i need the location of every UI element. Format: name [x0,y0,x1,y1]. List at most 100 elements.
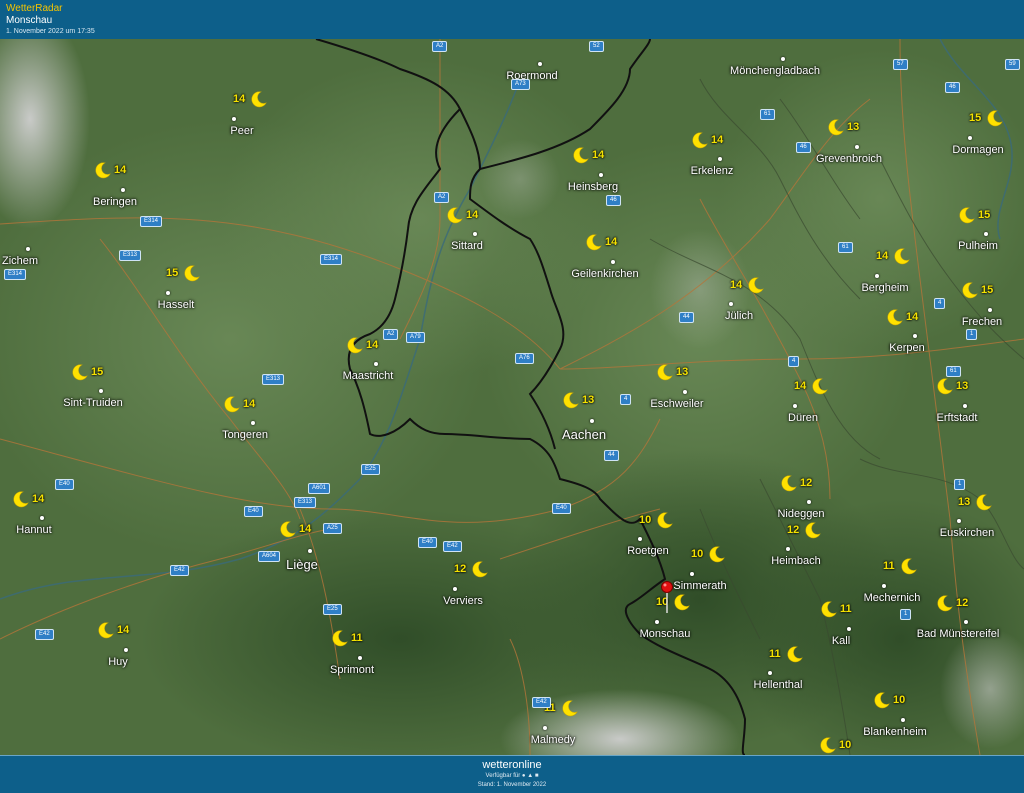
city-dot [251,421,255,425]
city-label[interactable]: Blankenheim [863,726,927,738]
city-label[interactable]: Hellenthal [754,679,803,691]
temperature-value: 10 [639,514,652,526]
temperature-value: 11 [883,560,895,572]
city-label[interactable]: Huy [108,656,128,668]
temperature-value: 14 [117,624,130,636]
temperature-value: 11 [351,632,363,644]
city-label[interactable]: Bergheim [861,282,908,294]
city-label[interactable]: Sittard [451,240,483,252]
city-label[interactable]: Roetgen [627,545,669,557]
road-badge: A601 [308,483,331,494]
road-badge: 44 [679,312,694,323]
city-dot [786,547,790,551]
temperature-value: 15 [978,209,991,221]
location-title[interactable]: Monschau [6,15,52,26]
moon-icon [446,207,463,224]
city-label[interactable]: Nideggen [777,508,824,520]
road-badge: 61 [760,109,775,120]
city-dot [875,274,879,278]
city-dot [957,519,961,523]
city-label[interactable]: Grevenbroich [816,153,882,165]
city-label[interactable]: Aachen [562,427,606,442]
city-label[interactable]: Frechen [962,316,1002,328]
city-label[interactable]: Sprimont [330,664,374,676]
moon-icon [820,601,837,618]
city-label[interactable]: Pulheim [958,240,998,252]
road-badge: 44 [604,450,619,461]
temperature-value: 14 [906,311,919,323]
temperature-value: 14 [730,279,743,291]
moon-icon [250,91,267,108]
temperature-value: 10 [839,739,852,751]
city-label[interactable]: Malmedy [531,734,576,746]
road-badge: 59 [1005,59,1020,70]
road-badge: 1 [966,329,978,340]
moon-icon [12,491,29,508]
windows-icon[interactable]: ■ [535,773,539,779]
temperature-value: 13 [956,380,969,392]
road-badge: A2 [383,329,399,340]
moon-icon [279,521,296,538]
city-label[interactable]: Düren [788,412,818,424]
city-label[interactable]: Maastricht [343,370,394,382]
moon-icon [811,378,828,395]
city-dot [124,648,128,652]
road-badge: E40 [552,503,571,514]
moon-icon [961,282,978,299]
road-badge: E313 [119,250,142,261]
moon-icon [97,622,114,639]
moon-icon [786,646,803,663]
city-label[interactable]: Eschweiler [650,398,703,410]
apple-icon[interactable]: ● [522,773,526,779]
brand-logo[interactable]: wetteronline [0,759,1024,771]
city-label[interactable]: Zichem [2,255,38,267]
location-pin-icon[interactable] [660,581,674,613]
city-label[interactable]: Beringen [93,196,137,208]
city-label[interactable]: Mechernich [864,592,921,604]
city-dot [611,260,615,264]
moon-icon [572,147,589,164]
city-dot [308,549,312,553]
city-dot [781,57,785,61]
city-label[interactable]: Jülich [725,310,753,322]
city-label[interactable]: Kerpen [889,342,924,354]
moon-icon [827,119,844,136]
city-label[interactable]: Hannut [16,524,51,536]
moon-icon [986,110,1003,127]
city-label[interactable]: Heinsberg [568,181,618,193]
city-dot [473,232,477,236]
city-label[interactable]: Sint-Truiden [63,397,123,409]
city-dot [599,173,603,177]
city-dot [913,334,917,338]
city-label[interactable]: Erftstadt [937,412,978,424]
city-label[interactable]: Liège [286,557,318,572]
city-dot [453,587,457,591]
city-dot [590,419,594,423]
city-label[interactable]: Erkelenz [691,165,734,177]
city-label[interactable]: Heimbach [771,555,821,567]
weather-map[interactable]: Peer 14 Beringen 14 Zichem Hasselt 15 Sint-Trui… [0,39,1024,755]
moon-icon [71,364,88,381]
city-label[interactable]: Tongeren [222,429,268,441]
city-label[interactable]: Verviers [443,595,483,607]
android-icon[interactable]: ▲ [527,773,533,779]
road-badge: 4 [934,298,946,309]
city-dot [683,390,687,394]
moon-icon [656,364,673,381]
temperature-value: 14 [605,236,618,248]
temperature-value: 13 [958,496,971,508]
city-label[interactable]: Monschau [640,628,691,640]
city-label[interactable]: Kall [832,635,850,647]
city-label[interactable]: Simmerath [673,580,726,592]
city-label[interactable]: Peer [230,125,253,137]
city-label[interactable]: Mönchengladbach [730,65,820,77]
temperature-value: 14 [794,380,807,392]
city-dot [358,656,362,660]
city-dot [232,117,236,121]
city-label[interactable]: Euskirchen [940,527,994,539]
city-label[interactable]: Dormagen [952,144,1003,156]
city-label[interactable]: Geilenkirchen [571,268,638,280]
city-label[interactable]: Hasselt [158,299,195,311]
city-label[interactable]: Bad Münstereifel [917,628,1000,640]
temperature-value: 10 [893,694,906,706]
